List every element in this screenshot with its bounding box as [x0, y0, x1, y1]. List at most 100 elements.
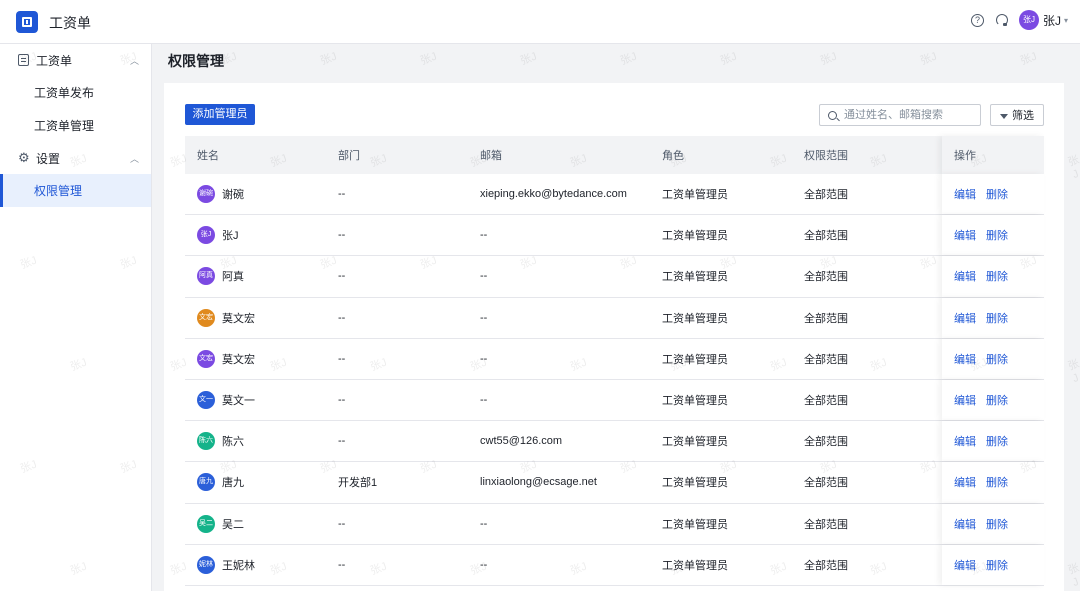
column-header-scope: 权限范围 [804, 150, 848, 162]
chevron-up-icon[interactable]: ︿ [130, 152, 139, 165]
avatar: 文宏 [197, 308, 215, 327]
delete-link[interactable]: 删除 [986, 392, 1008, 408]
content-card: 添加管理员 筛选 姓名 部门 邮箱 角色 权限范围 操作 谢碗谢碗--xiepi… [164, 83, 1064, 591]
filter-icon [1000, 113, 1008, 119]
edit-link[interactable]: 编辑 [954, 516, 976, 532]
edit-link[interactable]: 编辑 [954, 227, 976, 243]
filter-label: 筛选 [1012, 110, 1034, 122]
cell-name: 陈六 陈六 [185, 432, 338, 451]
watermark-text: 张J [318, 50, 339, 68]
sidebar: 工资单 ︿ 工资单发布 工资单管理 ⚙ 设置 ︿ 权限管理 [0, 44, 152, 591]
user-avatar[interactable]: 张J [1018, 10, 1039, 30]
search-icon [828, 110, 837, 120]
cell-email: -- [480, 229, 488, 242]
column-header-role: 角色 [662, 150, 684, 162]
watermark-text: 张J [918, 50, 939, 68]
edit-link[interactable]: 编辑 [954, 392, 976, 408]
cell-name: 阿真 阿真 [185, 267, 338, 286]
admin-name: 张J [222, 230, 239, 243]
table-row: 文宏 莫文宏 -- -- 工资单管理员 全部范围 编辑 删除 [185, 338, 1044, 380]
nav-group-payslip[interactable]: 工资单 ︿ [0, 44, 151, 76]
cell-dept: -- [338, 558, 346, 571]
chevron-up-icon[interactable]: ︿ [130, 54, 139, 67]
cell-email: -- [480, 270, 488, 283]
cell-role: 工资单管理员 [662, 477, 728, 490]
top-header: 工资单 ? 张J 张J ▾ [0, 0, 1080, 44]
cell-actions: 编辑 删除 [942, 256, 1044, 297]
add-admin-button[interactable]: 添加管理员 [185, 104, 255, 125]
cell-dept: -- [338, 270, 346, 283]
cell-name: 吴二 吴二 [185, 514, 338, 533]
help-icon[interactable]: ? [970, 13, 984, 27]
app-logo-icon[interactable] [16, 11, 38, 33]
watermark-text: 张J [518, 50, 539, 68]
filter-button[interactable]: 筛选 [990, 104, 1044, 126]
edit-link[interactable]: 编辑 [954, 557, 976, 573]
cell-email: -- [480, 352, 488, 365]
delete-link[interactable]: 删除 [986, 557, 1008, 573]
watermark-text: 张J [1066, 357, 1080, 386]
cell-name: 张J 张J [185, 226, 338, 245]
table-row: 谢碗 谢碗 -- xieping.ekko@bytedance.com 工资单管理员 全部… [185, 174, 1044, 216]
delete-link[interactable]: 删除 [986, 351, 1008, 367]
delete-link[interactable]: 删除 [986, 433, 1008, 449]
headset-icon[interactable] [995, 14, 1008, 26]
cell-email: cwt55@126.com [480, 435, 563, 448]
sidebar-item-payslip-publish[interactable]: 工资单发布 [0, 76, 151, 109]
cell-actions: 编辑 删除 [942, 544, 1044, 585]
gear-icon: ⚙ [18, 150, 30, 165]
cell-role: 工资单管理员 [662, 395, 728, 408]
sidebar-item-payslip-manage[interactable]: 工资单管理 [0, 109, 151, 142]
avatar: 文宏 [197, 349, 215, 368]
admin-name: 莫文宏 [222, 353, 255, 366]
cell-dept: -- [338, 352, 346, 365]
delete-link[interactable]: 删除 [986, 310, 1008, 326]
user-name[interactable]: 张J [1043, 12, 1061, 29]
avatar: 陈六 [197, 432, 215, 451]
admin-name: 唐九 [222, 477, 244, 490]
search-input[interactable] [844, 109, 974, 121]
cell-role: 工资单管理员 [662, 189, 728, 202]
cell-email: -- [480, 311, 488, 324]
cell-scope: 全部范围 [804, 518, 848, 531]
delete-link[interactable]: 删除 [986, 186, 1008, 202]
table-header: 姓名 部门 邮箱 角色 权限范围 操作 [185, 136, 1044, 174]
cell-dept: -- [338, 517, 346, 530]
cell-dept: -- [338, 188, 346, 201]
delete-link[interactable]: 删除 [986, 516, 1008, 532]
delete-link[interactable]: 删除 [986, 474, 1008, 490]
cell-name: 妮林 王妮林 [185, 555, 338, 574]
search-box[interactable] [819, 104, 981, 126]
table-row: 陈六 陈六 -- cwt55@126.com 工资单管理员 全部范围 编辑 删除 [185, 421, 1044, 463]
chevron-down-icon[interactable]: ▾ [1064, 16, 1068, 25]
avatar: 妮林 [197, 555, 215, 574]
edit-link[interactable]: 编辑 [954, 186, 976, 202]
edit-link[interactable]: 编辑 [954, 268, 976, 284]
cell-actions: 编辑 删除 [942, 379, 1044, 421]
delete-link[interactable]: 删除 [986, 268, 1008, 284]
edit-link[interactable]: 编辑 [954, 351, 976, 367]
cell-dept: -- [338, 229, 346, 242]
column-header-name: 姓名 [197, 150, 219, 162]
edit-link[interactable]: 编辑 [954, 433, 976, 449]
column-header-dept: 部门 [338, 150, 360, 162]
app-title: 工资单 [49, 15, 91, 31]
delete-link[interactable]: 删除 [986, 227, 1008, 243]
sidebar-item-permissions[interactable]: 权限管理 [0, 174, 151, 207]
cell-actions: 编辑 删除 [942, 338, 1044, 379]
cell-scope: 全部范围 [804, 353, 848, 366]
cell-name: 文宏 莫文宏 [185, 308, 338, 327]
cell-role: 工资单管理员 [662, 518, 728, 531]
cell-actions: 编辑 删除 [942, 421, 1044, 462]
edit-link[interactable]: 编辑 [954, 474, 976, 490]
cell-role: 工资单管理员 [662, 559, 728, 572]
avatar: 阿真 [197, 267, 215, 286]
cell-email: linxiaolong@ecsage.net [480, 476, 597, 489]
nav-group-settings[interactable]: ⚙ 设置 ︿ [0, 142, 151, 174]
cell-dept: -- [338, 311, 346, 324]
edit-link[interactable]: 编辑 [954, 310, 976, 326]
header-actions: ? 张J 张J ▾ [970, 10, 1068, 30]
admin-name: 谢碗 [222, 189, 244, 202]
cell-role: 工资单管理员 [662, 312, 728, 325]
cell-email: -- [480, 517, 488, 530]
